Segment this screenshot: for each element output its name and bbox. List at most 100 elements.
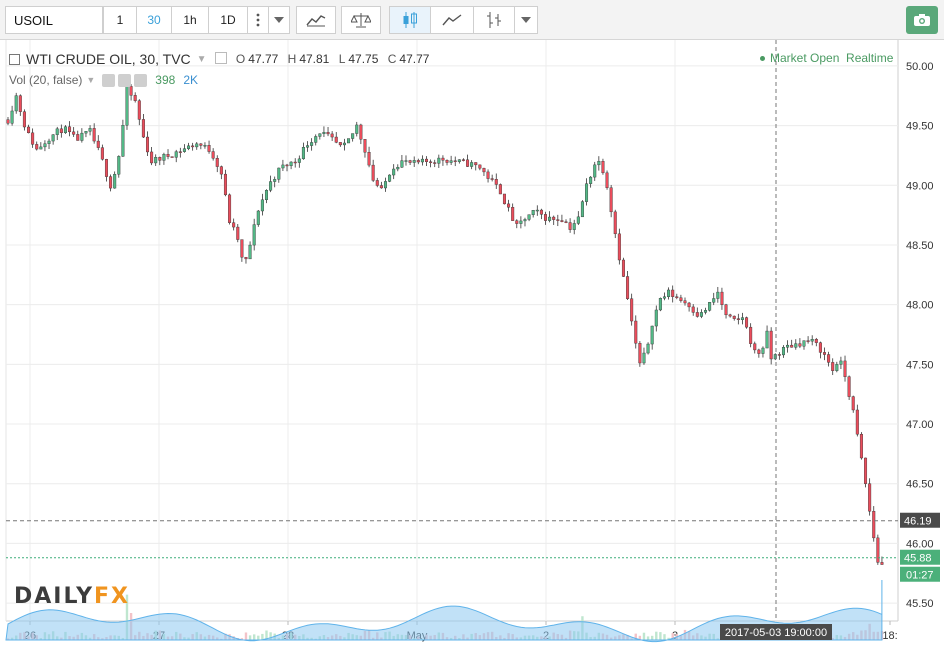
candle-body: [868, 483, 872, 512]
candle-body: [273, 179, 277, 182]
candle-body: [704, 310, 708, 313]
candle-body: [630, 298, 634, 322]
collapse-legend-icon[interactable]: [9, 53, 20, 65]
candle-body: [347, 138, 351, 144]
volume-label: Vol (20, false): [9, 73, 83, 87]
chart-area[interactable]: 50.00 49.50 49.00 48.50 48.00 47.50 47.00 46.50…: [0, 40, 944, 647]
candle-body: [264, 190, 268, 201]
symbol-input[interactable]: USOIL: [5, 6, 103, 34]
candle-body: [47, 140, 51, 144]
candle-body: [777, 354, 781, 356]
interval-1-button[interactable]: 1: [103, 6, 137, 34]
candle-body: [843, 360, 847, 377]
candle-body: [416, 160, 420, 163]
candle-body: [576, 216, 580, 224]
close-label: C: [387, 52, 397, 66]
candle-body: [687, 302, 691, 308]
series-menu-chevron-icon[interactable]: ▼: [197, 54, 207, 65]
candle-body: [765, 330, 769, 349]
candle-body: [732, 315, 736, 319]
interval-1h-button[interactable]: 1h: [171, 6, 209, 34]
candle-body: [646, 343, 650, 354]
y-tick-label: 49.50: [906, 121, 934, 133]
candle-body: [790, 344, 794, 348]
candle-body: [642, 352, 646, 364]
candle-body: [461, 159, 465, 161]
candle-body: [104, 159, 108, 177]
candle-body: [761, 347, 765, 354]
candle-body: [314, 136, 318, 143]
candle-body: [39, 146, 43, 150]
candle-body: [392, 168, 396, 176]
candle-body: [285, 164, 289, 167]
volume-bar: [257, 635, 260, 640]
candle-body: [691, 306, 695, 313]
candle-body: [568, 222, 572, 230]
chart-type-chevron-icon[interactable]: [514, 6, 538, 34]
candle-body: [613, 211, 617, 235]
bars-icon[interactable]: [473, 6, 515, 34]
status-dot-icon: [760, 56, 765, 62]
volume-bar: [248, 635, 252, 640]
interval-1d-button[interactable]: 1D: [208, 6, 248, 34]
chevron-down-icon[interactable]: [268, 6, 290, 34]
candle-body: [474, 162, 478, 166]
candle-body: [478, 164, 482, 169]
candle-body: [609, 187, 613, 213]
candle-body: [433, 162, 437, 164]
candle-body: [154, 157, 158, 164]
settings-icon[interactable]: [214, 52, 227, 64]
y-tick-label: 49.00: [906, 180, 934, 192]
hide-icon[interactable]: [102, 73, 116, 87]
candle-body: [580, 201, 584, 218]
price-chart[interactable]: 50.00 49.50 49.00 48.50 48.00 47.50 47.00 46.50…: [0, 40, 944, 647]
candle-body: [855, 409, 859, 435]
volume-menu-chevron-icon[interactable]: ▼: [86, 75, 95, 85]
candle-body: [351, 133, 355, 139]
candles-icon[interactable]: [389, 6, 431, 34]
candle-body: [654, 309, 658, 327]
market-status: Market Open Realtime: [760, 51, 893, 65]
candle-body: [18, 95, 22, 112]
candle-body: [560, 220, 564, 222]
close-icon[interactable]: [134, 73, 148, 87]
camera-icon[interactable]: [906, 6, 938, 34]
x-tick-label: 18:: [882, 630, 897, 642]
candle-body: [457, 159, 461, 162]
indicators-icon[interactable]: [296, 6, 336, 34]
candle-body: [420, 158, 424, 163]
candle-body: [794, 343, 798, 348]
candle-body: [847, 376, 851, 397]
dailyfx-logo: DAILYFX: [14, 584, 130, 609]
candle-body: [831, 362, 835, 371]
low-value: 47.75: [348, 52, 379, 66]
candle-body: [310, 142, 314, 146]
candle-body: [133, 95, 137, 101]
area-icon[interactable]: [430, 6, 474, 34]
volume-bar: [663, 634, 666, 640]
candle-body: [162, 154, 166, 161]
candle-body: [174, 151, 178, 158]
y-tick-label: 46.50: [906, 479, 934, 491]
more-vert-icon[interactable]: [247, 6, 269, 34]
candle-body: [359, 124, 363, 140]
candle-body: [178, 151, 182, 153]
volume-value: 398: [155, 73, 176, 87]
candle-body: [338, 142, 342, 146]
candle-body: [277, 167, 281, 180]
series-title: WTI CRUDE OIL, 30, TVC: [26, 51, 191, 67]
candle-body: [441, 157, 445, 161]
candle-body: [330, 133, 334, 138]
candle-body: [129, 86, 133, 96]
candle-body: [470, 162, 474, 167]
compare-icon[interactable]: [341, 6, 381, 34]
candle-body: [548, 216, 552, 221]
candle-body: [494, 179, 498, 185]
gear-icon[interactable]: [118, 73, 132, 87]
candle-body: [322, 132, 326, 134]
candle-body: [572, 223, 576, 230]
candle-body: [236, 226, 240, 240]
interval-30-button[interactable]: 30: [136, 6, 172, 34]
ohlc-values: O 47.77 H 47.81 L 47.75 C 47.77: [214, 52, 436, 66]
volume-bar: [252, 634, 256, 640]
